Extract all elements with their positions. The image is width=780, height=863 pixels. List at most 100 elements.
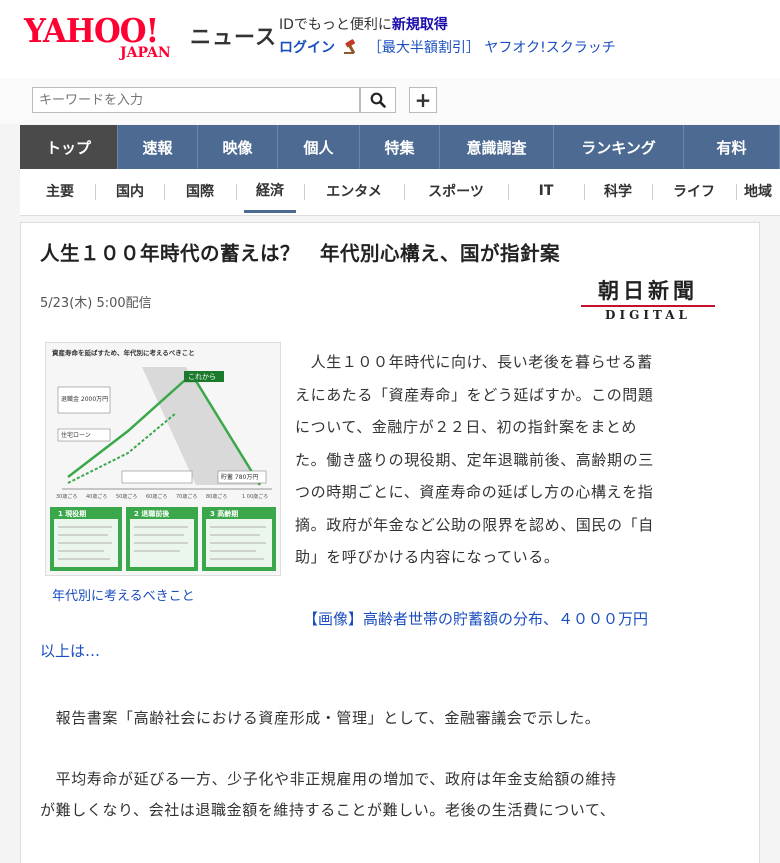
tab-paid[interactable]: 有料 (684, 125, 780, 169)
divider (304, 184, 305, 200)
age-label: 60歳ごろ (146, 493, 167, 500)
article-figure[interactable]: 資産寿命を延ばすため、年代別に考えるべきこと これから 退職金 2000万円 住… (45, 342, 281, 576)
promo-line: IDでもっと便利に新規取得 (279, 14, 448, 34)
article-card: 人生１００年時代の蓄えは？ 年代別心構え、国が指針案 5/23(木) 5:00配… (20, 222, 760, 863)
promo-prefix: IDでもっと便利に (279, 17, 392, 33)
divider (736, 184, 737, 200)
paragraph-line: 平均寿命が延びる一方、少子化や非正規雇用の増加で、政府は年金支給額の維持 (40, 770, 617, 788)
category-label: 経済 (256, 182, 284, 199)
category-science[interactable]: 科学 (592, 169, 644, 213)
tab-label: 速報 (142, 138, 173, 157)
category-label: スポーツ (428, 184, 484, 200)
box-label: 退職金 2000万円 (61, 395, 108, 403)
asahi-digital-logo[interactable]: 朝日新聞 DIGITAL (573, 279, 723, 329)
source-sub: DIGITAL (605, 308, 691, 322)
lead-line: 摘。政府が年金など公助の限界を認め、国民の「自 (295, 515, 654, 534)
figure-title: 資産寿命を延ばすため、年代別に考えるべきこと (52, 348, 195, 357)
category-domestic[interactable]: 国内 (104, 169, 156, 213)
auction-scratch-link[interactable]: ［最大半額割引］ ヤフオク!スクラッチ (368, 40, 616, 56)
category-it[interactable]: IT (516, 169, 576, 213)
read-more-link[interactable]: 以上は… (40, 640, 100, 661)
category-label: 科学 (604, 184, 632, 200)
tab-video[interactable]: 映像 (198, 125, 278, 169)
site-header: YAHOO! JAPAN ニュース IDでもっと便利に新規取得 ログイン ［最大… (0, 0, 780, 78)
plus-icon: + (414, 88, 432, 112)
lead-line: 助」を呼びかける内容になっている。 (295, 548, 560, 566)
auction-gavel-icon (344, 39, 356, 54)
login-link[interactable]: ログイン (279, 40, 335, 56)
tab-ranking[interactable]: ランキング (554, 125, 684, 169)
article-title: 人生１００年時代の蓄えは？ 年代別心構え、国が指針案 (40, 242, 561, 265)
category-entertainment[interactable]: エンタメ (312, 169, 396, 213)
lead-line: について、金融庁が２２日、初の指針案をまとめ (295, 418, 638, 436)
category-economy[interactable]: 経済 (244, 169, 296, 213)
lead-line: た。働き盛りの現役期、定年退職前後、高齢期の三 (295, 450, 654, 469)
divider (236, 184, 237, 200)
service-name[interactable]: ニュース (190, 21, 277, 51)
article-paragraph: 報告書案「高齢社会における資産形成・管理」として、金融審議会で示した。 (40, 709, 601, 727)
main-nav: トップ 速報 映像 個人 特集 意識調査 ランキング 有料 (20, 125, 780, 169)
source-name: 朝日新聞 (598, 278, 698, 303)
age-label: 80歳ごろ (206, 493, 227, 500)
tab-top[interactable]: トップ (20, 125, 118, 169)
yahoo-japan-logo[interactable]: YAHOO! JAPAN (24, 14, 184, 62)
box-label: 貯蓄 780万円 (221, 473, 258, 481)
tab-label: 映像 (222, 138, 253, 157)
age-label: 70歳ごろ (176, 493, 197, 500)
category-sports[interactable]: スポーツ (412, 169, 500, 213)
tab-label: ランキング (581, 138, 656, 157)
age-label: 30歳ごろ (56, 493, 77, 500)
divider (584, 184, 585, 200)
article-paragraph: 平均寿命が延びる一方、少子化や非正規雇用の増加で、政府は年金支給額の維持 が難し… (40, 764, 740, 825)
category-label: 国際 (186, 184, 214, 200)
lead-line: 人生１００年時代に向け、長い老後を暮らせる蓄 (295, 353, 653, 371)
infographic: 資産寿命を延ばすため、年代別に考えるべきこと これから 退職金 2000万円 住… (46, 343, 280, 575)
now-tag-label: これから (188, 373, 216, 381)
tab-label: 特集 (384, 138, 415, 157)
add-button[interactable]: + (409, 87, 437, 113)
stage-title: 1 現役期 (58, 509, 86, 518)
tab-label: 個人 (303, 138, 334, 157)
paragraph-line: が難しくなり、会社は退職金額を維持することが難しい。老後の生活費について、 (40, 800, 616, 819)
stage-title: 3 高齢期 (210, 509, 238, 518)
category-local[interactable]: 地域 (744, 169, 780, 213)
divider (652, 184, 653, 200)
search-button[interactable] (360, 87, 396, 113)
box-label: 住宅ローン (61, 431, 91, 439)
login-line: ログイン ［最大半額割引］ ヤフオク!スクラッチ (279, 37, 616, 57)
article-lead: 人生１００年時代に向け、長い老後を暮らせる蓄 えにあたる「資産寿命」をどう延ばす… (295, 346, 727, 574)
divider (95, 184, 96, 200)
tab-features[interactable]: 特集 (360, 125, 440, 169)
note-box (121, 470, 193, 484)
category-label: 主要 (46, 184, 74, 200)
category-label: 国内 (116, 184, 144, 200)
tab-individual[interactable]: 個人 (278, 125, 360, 169)
age-label: 50歳ごろ (116, 493, 137, 500)
divider (508, 184, 509, 200)
category-main[interactable]: 主要 (34, 169, 86, 213)
figure-caption-link[interactable]: 年代別に考えるべきこと (52, 585, 195, 604)
category-label: エンタメ (326, 184, 382, 200)
divider (164, 184, 165, 200)
search-input[interactable] (32, 87, 360, 113)
lead-line: えにあたる「資産寿命」をどう延ばすか。この問題 (295, 385, 654, 404)
register-link[interactable]: 新規取得 (392, 17, 448, 33)
category-label: ライフ (673, 184, 715, 200)
tab-label: トップ (45, 138, 91, 157)
related-image-link[interactable]: 【画像】高齢者世帯の貯蓄額の分布、４０００万円 (303, 608, 648, 629)
divider (404, 184, 405, 200)
article-date: 5/23(木) 5:00配信 (40, 296, 152, 311)
category-life[interactable]: ライフ (660, 169, 728, 213)
tab-survey[interactable]: 意識調査 (440, 125, 554, 169)
stage-title: 2 退職前後 (134, 509, 170, 518)
tab-breaking[interactable]: 速報 (118, 125, 198, 169)
age-label: 1 00歳ごろ (242, 493, 268, 500)
search-icon (370, 92, 386, 108)
age-label: 40歳ごろ (86, 493, 107, 500)
tab-label: 意識調査 (466, 138, 527, 157)
category-label: IT (538, 183, 554, 199)
category-international[interactable]: 国際 (172, 169, 228, 213)
category-label: 地域 (744, 184, 772, 200)
tab-label: 有料 (716, 138, 747, 157)
lead-line: つの時期ごとに、資産寿命の延ばし方の心構えを指 (295, 483, 654, 501)
